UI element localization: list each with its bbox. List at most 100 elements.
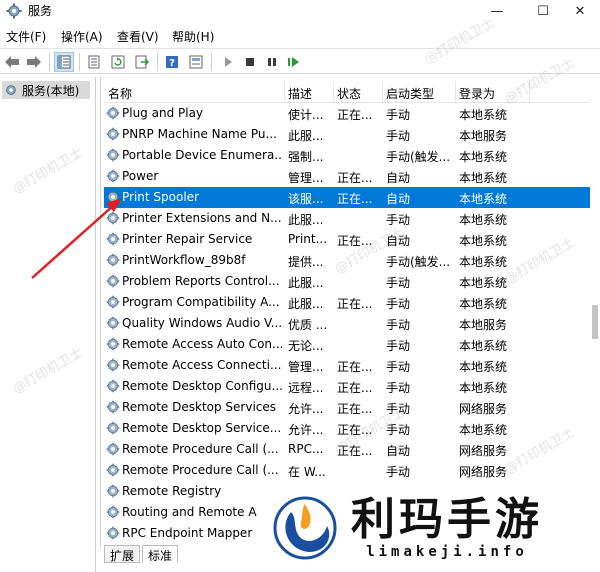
table-row[interactable]: Remote Desktop Service... 允许... 正在... 手动 本地系… xyxy=(104,418,590,439)
service-gear-icon xyxy=(106,316,120,330)
cell-log-on-as: 本地服务 xyxy=(459,318,508,332)
column-header-startup-type[interactable]: 启动类型 xyxy=(386,85,434,102)
cell-description: 此服... xyxy=(288,297,324,311)
restart-service-button[interactable] xyxy=(284,52,304,72)
refresh-button[interactable] xyxy=(108,52,128,72)
help-icon: ? xyxy=(166,56,178,69)
cell-name: Remote Procedure Call (... xyxy=(122,442,279,456)
title-bar: 服务 — ☐ ✕ xyxy=(0,0,600,22)
back-button[interactable] xyxy=(2,52,22,72)
table-row[interactable]: PrintWorkflow_89b8f 提供... 手动(触发... 本地系统 xyxy=(104,250,590,271)
tab-extended[interactable]: 扩展 xyxy=(104,545,141,563)
view-button[interactable] xyxy=(186,52,206,72)
forward-button[interactable] xyxy=(24,52,44,72)
cell-log-on-as: 本地系统 xyxy=(459,213,508,227)
service-gear-icon xyxy=(106,274,120,288)
start-service-button[interactable] xyxy=(218,52,238,72)
table-row-selected[interactable]: Print Spooler 该服... 正在... 自动 本地系统 xyxy=(104,187,590,208)
scrollbar-thumb[interactable] xyxy=(592,305,598,339)
menu-view[interactable]: 查看(V) xyxy=(117,28,159,45)
cell-startup-type: 自动 xyxy=(386,192,411,206)
table-row[interactable]: Remote Procedure Call (... 在 W... 手动 网络服务 xyxy=(104,460,590,481)
table-row[interactable]: Remote Access Auto Con... 无论... 手动 本地系统 xyxy=(104,334,590,355)
cell-description: 此服... xyxy=(288,129,324,143)
restart-icon xyxy=(288,57,299,67)
show-hide-tree-icon xyxy=(57,55,71,69)
table-row[interactable]: Power 管理... 正在... 自动 本地系统 xyxy=(104,166,590,187)
maximize-icon: ☐ xyxy=(537,3,549,19)
column-divider[interactable] xyxy=(333,81,334,103)
cell-name: Program Compatibility A... xyxy=(122,295,280,309)
column-divider[interactable] xyxy=(284,81,285,103)
properties-button[interactable] xyxy=(84,52,104,72)
cell-description: 强制... xyxy=(288,150,324,164)
table-row[interactable]: Quality Windows Audio V... 优质 ... 手动 本地服务 xyxy=(104,313,590,334)
refresh-icon xyxy=(111,55,125,69)
cell-log-on-as: 网络服务 xyxy=(459,444,508,458)
column-header-log-on-as[interactable]: 登录为 xyxy=(459,85,495,102)
cell-startup-type: 手动 xyxy=(386,318,411,332)
logo-url-text: limakeji.info xyxy=(366,543,528,560)
cell-description: 该服... xyxy=(288,192,324,206)
column-header-name[interactable]: 名称 xyxy=(108,85,132,102)
service-gear-icon xyxy=(106,211,120,225)
service-gear-icon xyxy=(106,106,120,120)
column-divider[interactable] xyxy=(529,81,530,103)
vertical-scrollbar[interactable] xyxy=(590,77,600,547)
menu-help[interactable]: 帮助(H) xyxy=(172,28,214,45)
cell-description: 提供... xyxy=(288,255,324,269)
cell-startup-type: 手动 xyxy=(386,276,411,290)
service-gear-icon xyxy=(106,400,120,414)
cell-status: 正在... xyxy=(337,297,373,311)
menu-file[interactable]: 文件(F) xyxy=(6,28,46,45)
cell-name: Problem Reports Control... xyxy=(122,274,280,288)
cell-description: 允许... xyxy=(288,423,324,437)
cell-startup-type: 手动 xyxy=(386,402,411,416)
cell-description: 使计... xyxy=(288,108,324,122)
cell-status: 正在... xyxy=(337,108,373,122)
cell-name: Remote Desktop Service... xyxy=(122,421,282,435)
cell-description: 优质 ... xyxy=(288,318,328,332)
column-header-status[interactable]: 状态 xyxy=(337,85,361,102)
column-header-description[interactable]: 描述 xyxy=(288,85,312,102)
close-button[interactable]: ✕ xyxy=(560,0,600,22)
cell-log-on-as: 本地系统 xyxy=(459,339,508,353)
site-logo-icon xyxy=(273,496,337,559)
show-hide-tree-button[interactable] xyxy=(54,52,74,72)
table-row[interactable]: Remote Desktop Configu... 远程... 正在... 手动 本地系… xyxy=(104,376,590,397)
tree-item-services-local[interactable]: 服务(本地) xyxy=(2,81,90,99)
pause-service-button[interactable] xyxy=(262,52,282,72)
cell-name: Print Spooler xyxy=(122,190,199,204)
export-list-button[interactable] xyxy=(132,52,152,72)
cell-startup-type: 手动 xyxy=(386,129,411,143)
service-gear-icon xyxy=(106,358,120,372)
menu-action[interactable]: 操作(A) xyxy=(61,28,103,45)
table-row[interactable]: Remote Desktop Services 允许... 正在... 手动 网络服务 xyxy=(104,397,590,418)
back-arrow-icon xyxy=(5,56,19,68)
table-row[interactable]: Remote Procedure Call (... RPC... 正在... 自动 网… xyxy=(104,439,590,460)
cell-log-on-as: 本地系统 xyxy=(459,297,508,311)
help-button[interactable]: ? xyxy=(162,52,182,72)
cell-status: 正在... xyxy=(337,444,373,458)
service-gear-icon xyxy=(106,190,120,204)
stop-service-button[interactable] xyxy=(240,52,260,72)
cell-startup-type: 手动 xyxy=(386,360,411,374)
table-row[interactable]: Printer Repair Service Print... 正在... 自动 本地系… xyxy=(104,229,590,250)
cell-log-on-as: 本地系统 xyxy=(459,423,508,437)
cell-startup-type: 自动 xyxy=(386,171,411,185)
table-row[interactable]: Printer Extensions and N... 此服... 手动 本地系统 xyxy=(104,208,590,229)
column-divider[interactable] xyxy=(382,81,383,103)
tab-standard[interactable]: 标准 xyxy=(142,545,179,563)
table-row[interactable]: Problem Reports Control... 此服... 手动 本地系统 xyxy=(104,271,590,292)
table-row[interactable]: Plug and Play 使计... 正在... 手动 本地系统 xyxy=(104,103,590,124)
service-gear-icon xyxy=(106,526,120,540)
window-title: 服务 xyxy=(28,4,53,18)
table-row[interactable]: Program Compatibility A... 此服... 正在... 手动 本地… xyxy=(104,292,590,313)
cell-description: 此服... xyxy=(288,276,324,290)
minimize-button[interactable]: — xyxy=(474,0,520,22)
table-row[interactable]: PNRP Machine Name Pu... 此服... 手动 本地服务 xyxy=(104,124,590,145)
table-row[interactable]: Remote Access Connecti... 管理... 正在... 手动 本地系… xyxy=(104,355,590,376)
service-gear-icon xyxy=(106,295,120,309)
table-row[interactable]: Portable Device Enumera... 强制... 手动(触发... 本… xyxy=(104,145,590,166)
column-divider[interactable] xyxy=(455,81,456,103)
